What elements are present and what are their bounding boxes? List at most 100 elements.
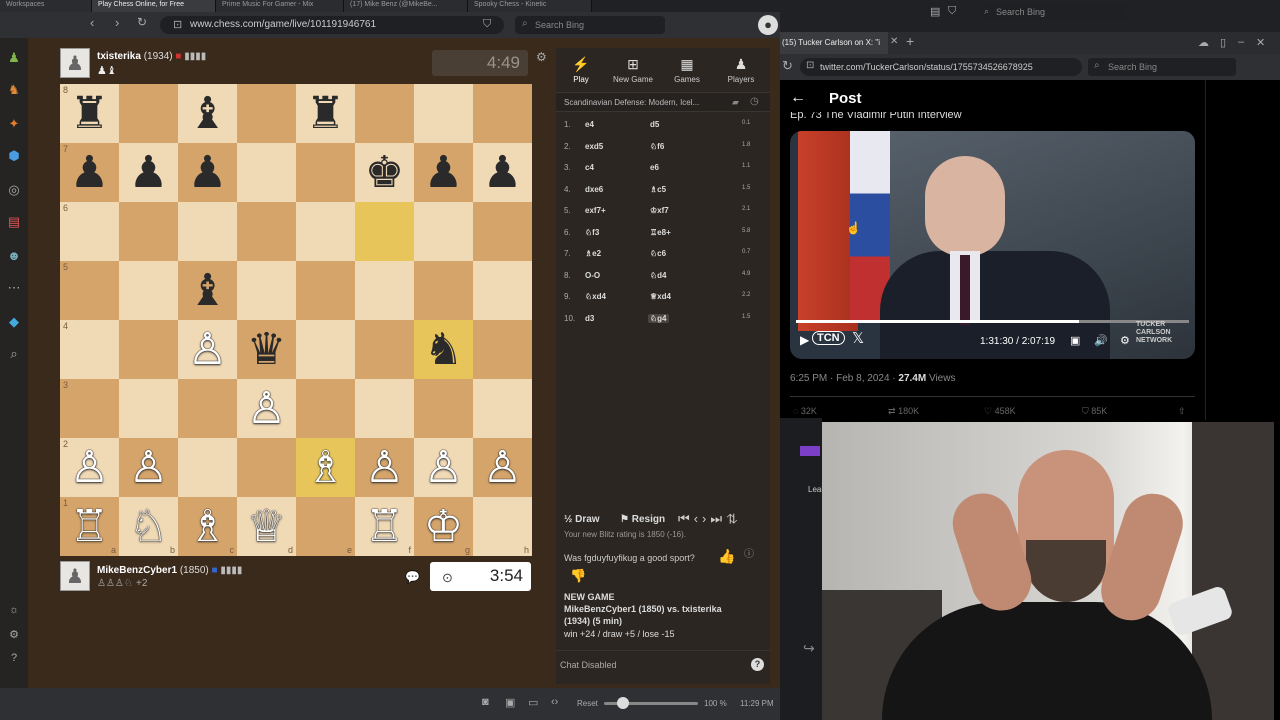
- white-move[interactable]: c4: [585, 163, 594, 172]
- tab-workspaces[interactable]: Workspaces: [0, 0, 92, 12]
- piece-e8[interactable]: ♜: [306, 91, 345, 136]
- square-e2[interactable]: ♗: [296, 438, 355, 497]
- square-g7[interactable]: ♟: [414, 143, 473, 202]
- close-window-icon[interactable]: ✕: [1256, 36, 1265, 49]
- left-search-box[interactable]: Search Bing: [515, 16, 665, 34]
- square-a6[interactable]: 6: [60, 202, 119, 261]
- bottom-player-name[interactable]: MikeBenzCyber1 (1850) ■ ▮▮▮▮: [97, 565, 242, 576]
- right-search-box[interactable]: Search Bing: [1088, 58, 1236, 76]
- news-icon[interactable]: ▤: [5, 214, 23, 230]
- piece-e2[interactable]: ♗: [306, 445, 345, 490]
- square-b2[interactable]: ♙: [119, 438, 178, 497]
- settings-icon[interactable]: ⚙: [5, 628, 23, 644]
- thumbs-up-icon[interactable]: 👍: [718, 548, 735, 565]
- square-a4[interactable]: 4: [60, 320, 119, 379]
- piece-b2[interactable]: ♙: [129, 445, 168, 490]
- site-info-icon[interactable]: ⊡: [806, 60, 814, 71]
- share-icon[interactable]: ⇧: [1178, 406, 1186, 417]
- square-g3[interactable]: [414, 379, 473, 438]
- black-move[interactable]: ♘c6: [648, 249, 668, 258]
- info-icon[interactable]: ⓘ: [744, 545, 754, 560]
- tab-spooky[interactable]: Spooky Chess - Kinetic: [468, 0, 592, 12]
- black-move[interactable]: ♔xf7: [648, 206, 671, 215]
- square-c8[interactable]: ♝: [178, 84, 237, 143]
- share-arrow-icon[interactable]: ↪: [803, 640, 815, 657]
- chess-board[interactable]: 8 ♜ ♝ ♜ 7 ♟ ♟ ♟ ♚ ♟ ♟ 6 5 ♝ 4 ♙ ♛ ♞ 3 ♙ 2 ♙ ♙ ♗ ♙ ♙ ♙ 1 a ♖ b ♘ c ♗ d ♕ e f ♖ g…: [60, 84, 532, 556]
- square-h8[interactable]: [473, 84, 532, 143]
- left-url-field[interactable]: www.chess.com/game/live/101191946761: [160, 16, 504, 34]
- square-g5[interactable]: [414, 261, 473, 320]
- close-tab-icon[interactable]: ✕: [890, 36, 898, 47]
- premium-icon[interactable]: ◆: [5, 314, 23, 330]
- reply-stat[interactable]: ◌ 32K: [793, 406, 817, 416]
- thumbs-down-icon[interactable]: 👎: [570, 568, 586, 584]
- square-c2[interactable]: [178, 438, 237, 497]
- piece-g1[interactable]: ♔: [424, 504, 463, 549]
- top-player-avatar[interactable]: ♟: [60, 48, 90, 78]
- flip-board-icon[interactable]: ⇅: [726, 511, 742, 526]
- black-move[interactable]: d5: [648, 120, 661, 129]
- piece-c7[interactable]: ♟: [188, 150, 227, 195]
- tab-games[interactable]: ▦ Games: [662, 56, 712, 84]
- trash-icon[interactable]: ▯: [1220, 36, 1226, 49]
- opening-name[interactable]: Scandinavian Defense: Modern, Icel...: [564, 98, 699, 107]
- white-move[interactable]: dxe6: [585, 185, 603, 194]
- square-h3[interactable]: [473, 379, 532, 438]
- repost-stat[interactable]: ⇄ 180K: [888, 406, 919, 417]
- square-h6[interactable]: [473, 202, 532, 261]
- white-move[interactable]: ♘xd4: [585, 292, 606, 301]
- window-icon[interactable]: ▭: [528, 696, 538, 709]
- theme-icon[interactable]: ☼: [5, 604, 23, 620]
- square-c7[interactable]: ♟: [178, 143, 237, 202]
- top-search-box[interactable]: ⌕ Search Bing: [980, 4, 1126, 20]
- square-b1[interactable]: b ♘: [119, 497, 178, 556]
- bookmark-icon[interactable]: ⛉: [483, 18, 491, 31]
- black-move[interactable]: ♖e8+: [648, 228, 673, 237]
- square-e1[interactable]: e: [296, 497, 355, 556]
- square-f3[interactable]: [355, 379, 414, 438]
- video-player[interactable]: ☝ ▶ TCN 𝕏 1:31:30 / 2:07:19 ▣ 🔊 ⚙ TUCKER…: [790, 131, 1195, 359]
- last-move-icon[interactable]: ⏭: [710, 511, 726, 526]
- zoom-slider-thumb[interactable]: [617, 697, 629, 709]
- white-move[interactable]: d3: [585, 314, 594, 323]
- square-g2[interactable]: ♙: [414, 438, 473, 497]
- square-b7[interactable]: ♟: [119, 143, 178, 202]
- square-f2[interactable]: ♙: [355, 438, 414, 497]
- tab-music[interactable]: Prime Music For Gamer - Mix: [216, 0, 344, 12]
- piece-h2[interactable]: ♙: [483, 445, 522, 490]
- piece-c8[interactable]: ♝: [188, 91, 227, 136]
- camera-icon[interactable]: ◙: [482, 696, 489, 708]
- square-a5[interactable]: 5: [60, 261, 119, 320]
- social-icon[interactable]: ☻: [5, 248, 23, 264]
- square-d6[interactable]: [237, 202, 296, 261]
- square-e5[interactable]: [296, 261, 355, 320]
- black-move[interactable]: ♘d4: [648, 271, 669, 280]
- white-move[interactable]: ♘f3: [585, 228, 599, 237]
- site-info-icon[interactable]: ⊡: [173, 18, 182, 31]
- bookmark-icon[interactable]: ⛉: [948, 5, 956, 18]
- square-h1[interactable]: h: [473, 497, 532, 556]
- play-icon[interactable]: ♞: [5, 82, 23, 98]
- piece-g7[interactable]: ♟: [424, 150, 463, 195]
- piece-a7[interactable]: ♟: [70, 150, 109, 195]
- piece-f7[interactable]: ♚: [365, 150, 404, 195]
- square-b8[interactable]: [119, 84, 178, 143]
- piece-b1[interactable]: ♘: [129, 504, 168, 549]
- piece-c5[interactable]: ♝: [188, 268, 227, 313]
- bottom-player-username[interactable]: MikeBenzCyber1: [97, 565, 177, 576]
- square-d2[interactable]: [237, 438, 296, 497]
- square-d3[interactable]: ♙: [237, 379, 296, 438]
- right-url-field[interactable]: twitter.com/TuckerCarlson/status/1755734…: [800, 58, 1082, 76]
- puzzles-icon[interactable]: ✦: [5, 116, 23, 132]
- prev-move-icon[interactable]: ‹: [694, 511, 702, 526]
- back-arrow-icon[interactable]: ←: [790, 89, 806, 107]
- top-player-username[interactable]: txisterika: [97, 51, 141, 62]
- piece-a2[interactable]: ♙: [70, 445, 109, 490]
- tab-players[interactable]: ♟ Players: [716, 56, 766, 84]
- piece-d1[interactable]: ♕: [247, 504, 286, 549]
- profile-icon[interactable]: ●: [758, 15, 778, 35]
- piece-f2[interactable]: ♙: [365, 445, 404, 490]
- piece-g4[interactable]: ♞: [424, 327, 463, 372]
- square-f6[interactable]: [355, 202, 414, 261]
- tab-new-game[interactable]: ⊞ New Game: [608, 56, 658, 84]
